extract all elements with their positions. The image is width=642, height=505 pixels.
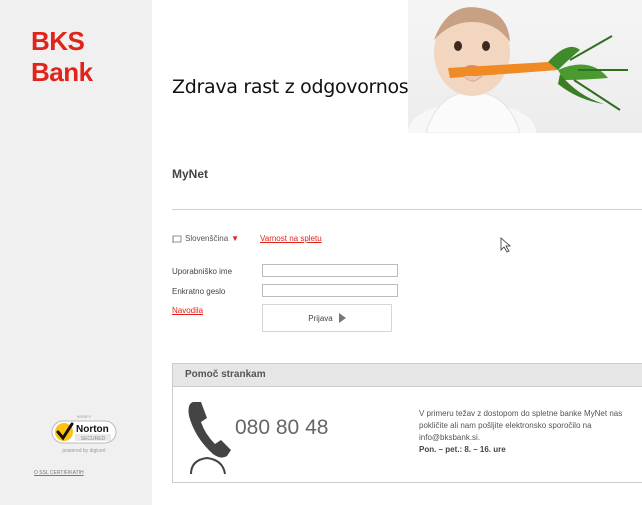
username-input[interactable] — [262, 264, 398, 277]
left-column: BKS Bank VERIFY Norton SECURED powered b… — [0, 0, 152, 505]
login-button-label: Prijava — [308, 313, 333, 323]
play-arrow-icon — [338, 313, 346, 323]
banner-photo — [408, 0, 642, 133]
norton-name-text: Norton — [76, 424, 109, 435]
child-with-carrot-image — [408, 7, 628, 133]
norton-secured-seal[interactable]: VERIFY Norton SECURED powered by digicer… — [48, 413, 120, 468]
login-panel: MyNet Slovenščina ▼ Varnost na spletu Up… — [152, 133, 642, 505]
norton-secured-text: SECURED — [81, 436, 106, 442]
password-label: Enkratno geslo — [172, 287, 226, 296]
customer-support-box: Pomoč strankam 080 80 48 V primeru težav… — [172, 363, 642, 483]
telephone-icon — [188, 402, 231, 475]
support-hours: Pon. – pet.: 8. – 16. ure — [419, 445, 506, 454]
hero-banner: Zdrava rast z odgovornostjo. — [152, 0, 642, 133]
instructions-link[interactable]: Navodila — [172, 306, 203, 315]
support-phone-number: 080 80 48 — [235, 416, 329, 439]
app-title: MyNet — [172, 167, 209, 181]
norton-verify-text: VERIFY — [77, 414, 92, 419]
title-divider — [172, 209, 642, 210]
password-input[interactable] — [262, 284, 398, 297]
powered-by-digicert-text: powered by digicert — [62, 448, 106, 454]
support-text-block: V primeru težav z dostopom do spletne ba… — [419, 408, 639, 456]
banner-tagline: Zdrava rast z odgovornostjo. — [172, 76, 438, 98]
language-selector[interactable]: Slovenščina ▼ — [172, 234, 239, 243]
support-heading: Pomoč strankam — [173, 364, 642, 387]
bks-bank-logo[interactable]: BKS Bank — [31, 26, 152, 88]
norton-seal-graphic: VERIFY Norton SECURED powered by digicer… — [51, 414, 117, 454]
support-description: V primeru težav z dostopom do spletne ba… — [419, 409, 623, 442]
login-button[interactable]: Prijava — [262, 304, 392, 332]
online-safety-link[interactable]: Varnost na spletu — [260, 234, 322, 243]
username-label: Uporabniško ime — [172, 267, 233, 276]
chevron-down-icon: ▼ — [231, 234, 240, 243]
language-label: Slovenščina — [185, 234, 229, 243]
ssl-certificates-link[interactable]: O SSL CERTIFIKATIH — [34, 470, 84, 476]
mouse-cursor-icon — [500, 237, 512, 253]
language-flag-icon — [172, 235, 182, 243]
